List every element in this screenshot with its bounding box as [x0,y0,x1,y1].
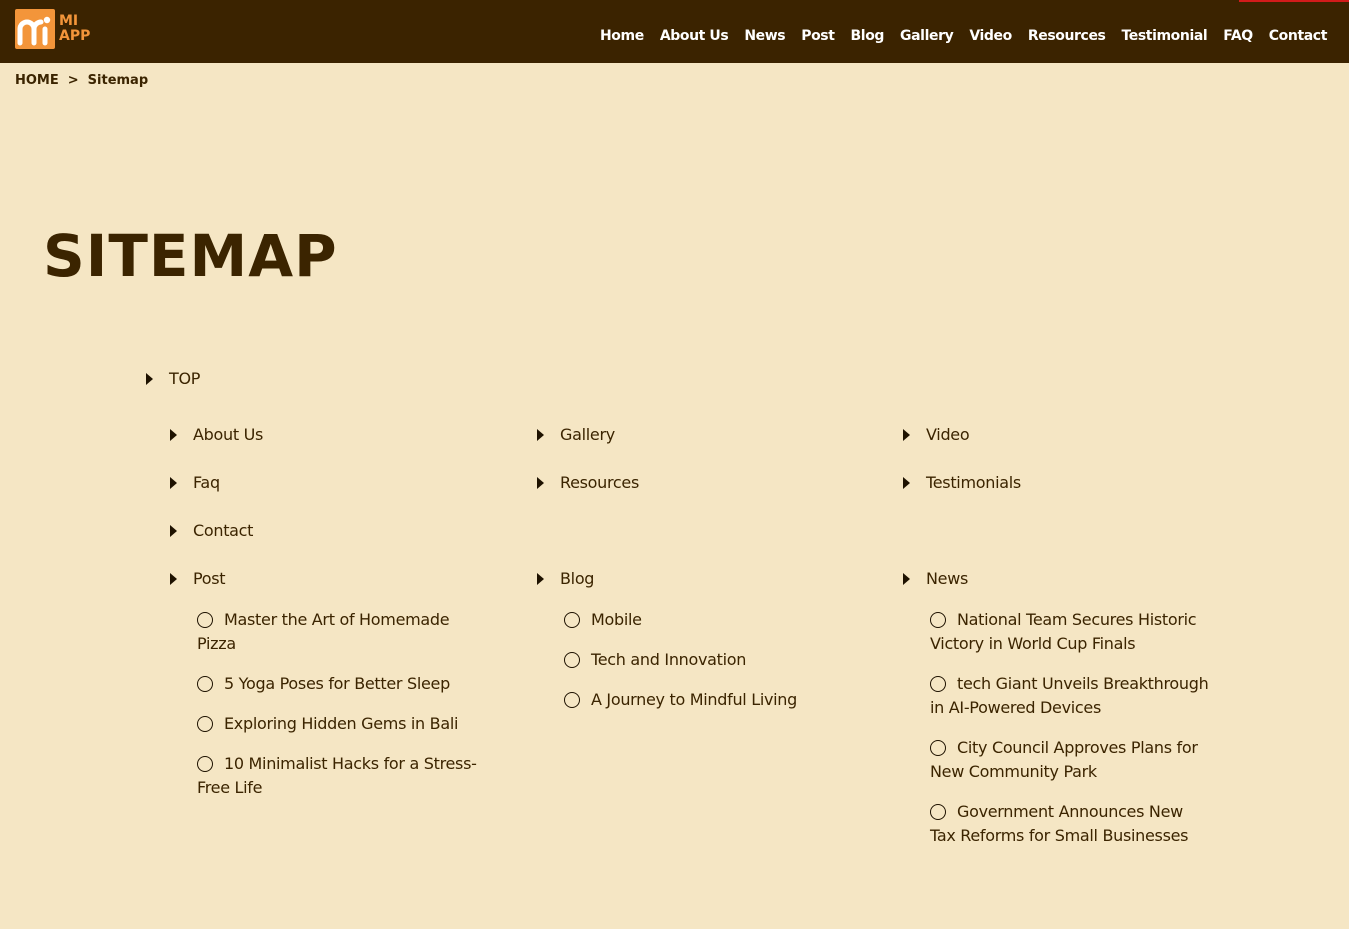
news-item-label[interactable]: tech Giant Unveils Breakthrough in AI-Po… [930,674,1209,717]
sitemap-top-link[interactable]: TOP [169,369,200,388]
sitemap-blog-link[interactable]: Blog [560,569,594,588]
sitemap-contact-link[interactable]: Contact [193,521,253,540]
circle-bullet-icon [564,612,580,628]
post-item[interactable]: 5 Yoga Poses for Better Sleep [197,672,477,696]
site-header: MI APP Home About Us News Post Blog Gall… [0,0,1349,63]
triangle-bullet-icon [903,428,910,441]
triangle-bullet-icon [903,572,910,585]
sitemap-about-us-link[interactable]: About Us [193,425,263,444]
post-item[interactable]: Master the Art of Homemade Pizza [197,608,477,656]
breadcrumb-current: Sitemap [87,73,149,88]
sitemap-gallery[interactable]: Gallery [537,425,615,444]
triangle-bullet-icon [170,476,177,489]
sitemap-gallery-link[interactable]: Gallery [560,425,615,444]
logo-text: MI APP [59,14,90,44]
sitemap-faq-link[interactable]: Faq [193,473,220,492]
sitemap-video-link[interactable]: Video [926,425,970,444]
nav-blog[interactable]: Blog [851,28,885,44]
logo-line1: MI [59,13,79,29]
logo-icon [15,9,55,49]
blog-item[interactable]: A Journey to Mindful Living [564,688,844,712]
breadcrumb-home[interactable]: HOME [15,73,59,88]
nav-faq[interactable]: FAQ [1223,28,1253,44]
circle-bullet-icon [930,612,946,628]
news-item[interactable]: tech Giant Unveils Breakthrough in AI-Po… [930,672,1210,720]
nav-resources[interactable]: Resources [1028,28,1106,44]
news-item-label[interactable]: National Team Secures Historic Victory i… [930,610,1197,653]
sitemap-post[interactable]: Post [170,569,226,588]
sitemap-resources-link[interactable]: Resources [560,473,639,492]
sitemap-contact[interactable]: Contact [170,521,253,540]
sitemap-resources[interactable]: Resources [537,473,639,492]
circle-bullet-icon [564,692,580,708]
post-item-label[interactable]: Exploring Hidden Gems in Bali [224,714,458,733]
post-item[interactable]: Exploring Hidden Gems in Bali [197,712,477,736]
news-item[interactable]: Government Announces New Tax Reforms for… [930,800,1210,848]
blog-item[interactable]: Tech and Innovation [564,648,844,672]
sitemap-blog[interactable]: Blog [537,569,594,588]
post-item[interactable]: 10 Minimalist Hacks for a Stress-Free Li… [197,752,477,800]
post-item-label[interactable]: Master the Art of Homemade Pizza [197,610,450,653]
circle-bullet-icon [197,716,213,732]
triangle-bullet-icon [170,428,177,441]
nav-post[interactable]: Post [801,28,835,44]
logo-line2: APP [59,28,91,44]
main-nav: Home About Us News Post Blog Gallery Vid… [584,28,1327,44]
triangle-bullet-icon [146,372,153,385]
sitemap-top[interactable]: TOP [146,369,200,388]
circle-bullet-icon [930,804,946,820]
circle-bullet-icon [197,756,213,772]
sitemap-testimonials-link[interactable]: Testimonials [926,473,1021,492]
sitemap-faq[interactable]: Faq [170,473,220,492]
nav-news[interactable]: News [744,28,785,44]
header-accent-bar [1239,0,1349,2]
triangle-bullet-icon [903,476,910,489]
circle-bullet-icon [930,740,946,756]
sitemap-post-link[interactable]: Post [193,569,226,588]
circle-bullet-icon [564,652,580,668]
post-item-label[interactable]: 10 Minimalist Hacks for a Stress-Free Li… [197,754,477,797]
blog-item-label[interactable]: A Journey to Mindful Living [591,690,797,709]
news-item[interactable]: City Council Approves Plans for New Comm… [930,736,1210,784]
nav-about-us[interactable]: About Us [660,28,729,44]
blog-item-label[interactable]: Mobile [591,610,642,629]
blog-item-label[interactable]: Tech and Innovation [591,650,746,669]
circle-bullet-icon [197,612,213,628]
circle-bullet-icon [930,676,946,692]
page-title: SITEMAP [43,222,338,290]
sitemap-news-link[interactable]: News [926,569,968,588]
news-item[interactable]: National Team Secures Historic Victory i… [930,608,1210,656]
triangle-bullet-icon [170,524,177,537]
logo[interactable]: MI APP [15,9,90,49]
blog-item[interactable]: Mobile [564,608,844,632]
sitemap-video[interactable]: Video [903,425,970,444]
circle-bullet-icon [197,676,213,692]
sitemap-about-us[interactable]: About Us [170,425,263,444]
nav-testimonial[interactable]: Testimonial [1121,28,1207,44]
sitemap-testimonials[interactable]: Testimonials [903,473,1021,492]
triangle-bullet-icon [537,476,544,489]
nav-home[interactable]: Home [600,28,644,44]
nav-contact[interactable]: Contact [1269,28,1328,44]
breadcrumb: HOME > Sitemap [15,73,148,88]
news-item-label[interactable]: Government Announces New Tax Reforms for… [930,802,1189,845]
triangle-bullet-icon [170,572,177,585]
triangle-bullet-icon [537,572,544,585]
triangle-bullet-icon [537,428,544,441]
breadcrumb-separator: > [67,73,79,88]
nav-gallery[interactable]: Gallery [900,28,954,44]
post-item-label[interactable]: 5 Yoga Poses for Better Sleep [224,674,450,693]
sitemap-news[interactable]: News [903,569,968,588]
news-item-label[interactable]: City Council Approves Plans for New Comm… [930,738,1198,781]
nav-video[interactable]: Video [969,28,1012,44]
